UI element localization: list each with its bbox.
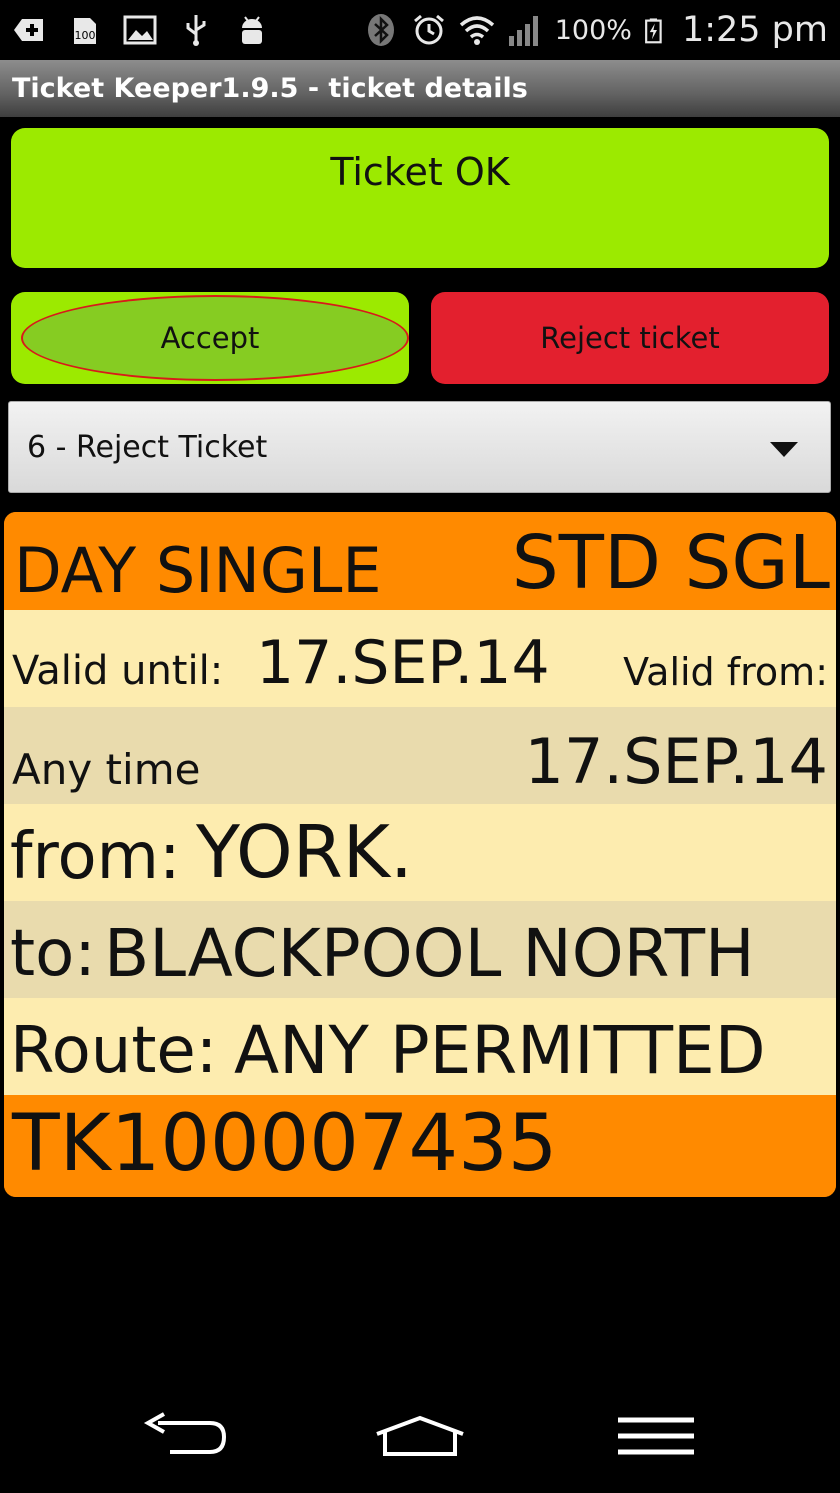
system-icons: 100% 1:25 pm (363, 4, 828, 56)
battery-charging-icon (645, 18, 662, 44)
reject-reason-dropdown[interactable]: 6 - Reject Ticket (8, 401, 831, 493)
ticket-number-row: TK100007435 (4, 1095, 836, 1197)
ticket-number: TK100007435 (12, 1099, 558, 1189)
route-value: ANY PERMITTED (234, 1012, 766, 1089)
ticket-card: DAY SINGLE STD SGL Valid until: 17.SEP.1… (4, 512, 836, 1197)
ticket-class: STD SGL (511, 520, 830, 606)
accept-button[interactable]: Accept (11, 292, 409, 384)
ticket-origin-row: from: YORK. (4, 804, 836, 901)
alarm-icon (413, 14, 444, 45)
valid-from-label: Valid from: (623, 650, 828, 694)
reject-reason-selected: 6 - Reject Ticket (27, 429, 268, 465)
wifi-icon (459, 16, 494, 45)
page-title: Ticket Keeper1.9.5 - ticket details (0, 60, 840, 117)
ticket-route-row: Route: ANY PERMITTED (4, 998, 836, 1095)
status-bar: 100 100% 1:25 pm (0, 0, 840, 60)
ticket-status-label: Ticket OK (330, 150, 510, 194)
time-restriction: Any time (12, 745, 201, 794)
image-icon (123, 15, 157, 45)
ticket-header-row: DAY SINGLE STD SGL (4, 512, 836, 610)
valid-until-label: Valid until: (12, 648, 224, 694)
from-label: from: (10, 820, 181, 894)
usb-icon (186, 15, 206, 46)
home-icon[interactable] (375, 1410, 465, 1464)
chevron-down-icon (770, 442, 798, 457)
destination-station: BLACKPOOL NORTH (104, 915, 755, 992)
ticket-status-box: Ticket OK (11, 128, 829, 268)
clock: 1:25 pm (681, 10, 828, 50)
ticket-type: DAY SINGLE (14, 534, 382, 607)
accept-label: Accept (160, 321, 260, 355)
bluetooth-icon (367, 14, 394, 46)
navigation-bar (0, 1380, 840, 1493)
back-icon[interactable] (140, 1410, 230, 1464)
notification-icons: 100 (10, 8, 270, 52)
add-icon (14, 19, 43, 41)
to-label: to: (10, 917, 96, 991)
valid-until-value: 17.SEP.14 (256, 628, 550, 698)
reject-label: Reject ticket (540, 321, 720, 355)
signal-icon (508, 16, 538, 46)
reject-ticket-button[interactable]: Reject ticket (431, 292, 829, 384)
menu-icon[interactable] (612, 1410, 702, 1464)
valid-from-value: 17.SEP.14 (524, 725, 828, 798)
notification-count: 100 (75, 29, 96, 42)
sd-card-icon: 100 (74, 18, 96, 44)
origin-station: YORK. (196, 810, 413, 894)
battery-percent: 100% (554, 14, 632, 46)
ticket-valid-row: Valid until: 17.SEP.14 Valid from: (4, 610, 836, 707)
route-label: Route: (10, 1014, 218, 1088)
ticket-destination-row: to: BLACKPOOL NORTH (4, 901, 836, 998)
ticket-time-row: Any time 17.SEP.14 (4, 707, 836, 804)
android-debug-icon (242, 16, 262, 44)
